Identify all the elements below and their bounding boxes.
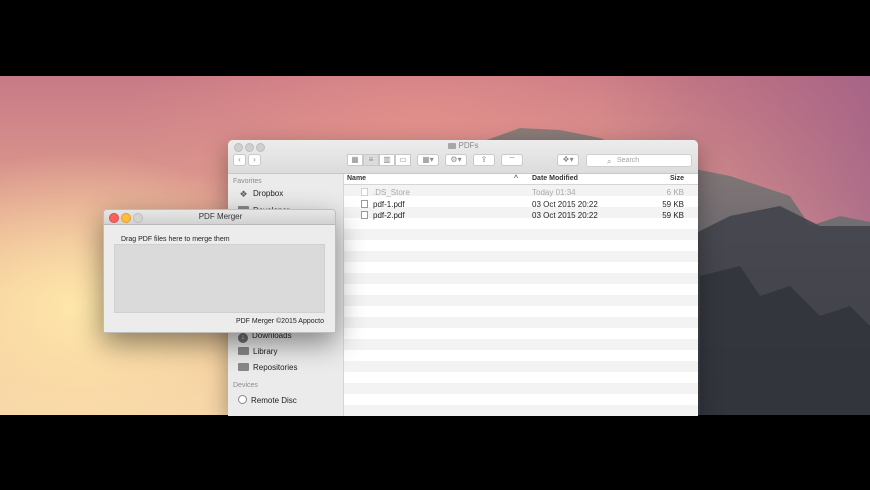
file-list: Name ^ Date Modified Size .DS_Store Toda… [344, 174, 698, 416]
pdf-file-icon [361, 211, 368, 219]
drop-instruction: Drag PDF files here to merge them [121, 236, 230, 243]
pdf-merger-titlebar: PDF Merger [104, 210, 335, 225]
folder-icon [238, 347, 249, 355]
file-row-pdf-1[interactable]: pdf-1.pdf 03 Oct 2015 20:22 59 KB [344, 199, 698, 210]
disc-icon [238, 395, 247, 404]
action-gear-button[interactable]: ⚙▾ [445, 154, 467, 166]
sort-ascending-icon: ^ [514, 175, 519, 182]
pdf-merger-title: PDF Merger [198, 212, 243, 221]
share-button[interactable]: ⇪ [473, 154, 495, 166]
sidebar-item-dropbox[interactable]: ❖ Dropbox [238, 189, 283, 199]
column-view-button[interactable]: ▥ [379, 154, 395, 166]
search-icon: ⌕ [607, 157, 612, 166]
tags-button[interactable]: ⌔ [501, 154, 523, 166]
merger-minimize-button[interactable] [121, 213, 131, 223]
sidebar-item-repositories[interactable]: Repositories [238, 363, 297, 372]
sidebar-header-favorites: Favorites [233, 178, 262, 185]
file-row-pdf-2[interactable]: pdf-2.pdf 03 Oct 2015 20:22 59 KB [344, 210, 698, 221]
arrange-button[interactable]: ▦▾ [417, 154, 439, 166]
dropbox-icon: ❖ [239, 189, 248, 199]
file-row-ds-store[interactable]: .DS_Store Today 01:34 6 KB [344, 187, 698, 198]
column-header-date[interactable]: Date Modified [532, 175, 578, 182]
top-letterbox [0, 0, 870, 76]
folder-icon [447, 143, 456, 149]
merger-close-button[interactable] [109, 213, 119, 223]
pdf-drop-zone[interactable] [114, 244, 325, 313]
dropbox-toolbar-button[interactable]: ❖▾ [557, 154, 579, 166]
list-header: Name ^ Date Modified Size [344, 174, 698, 185]
downloads-icon: ↓ [238, 333, 248, 343]
sidebar-item-library[interactable]: Library [238, 347, 277, 356]
merger-copyright: PDF Merger ©2015 Appocto [235, 318, 324, 325]
back-button[interactable]: ‹ [233, 154, 246, 166]
folder-icon [238, 363, 249, 371]
column-header-name[interactable]: Name [347, 175, 366, 182]
finder-toolbar: PDFs ‹ › ▦ ≡ ▥ ▭ ▦▾ ⚙▾ ⇪ ⌔ ❖▾ ⌕ Search [228, 140, 698, 174]
finder-title: PDFs [228, 141, 698, 150]
bottom-letterbox [0, 415, 870, 490]
pdf-file-icon [361, 200, 368, 208]
merger-zoom-button[interactable] [133, 213, 143, 223]
column-header-size[interactable]: Size [670, 175, 684, 182]
file-icon [361, 188, 368, 196]
sidebar-header-devices: Devices [233, 382, 258, 389]
pdf-merger-window: PDF Merger Drag PDF files here to merge … [103, 209, 336, 333]
search-field[interactable]: ⌕ Search [586, 154, 692, 167]
forward-button[interactable]: › [248, 154, 261, 166]
icon-view-button[interactable]: ▦ [347, 154, 363, 166]
sidebar-item-remote-disc[interactable]: Remote Disc [238, 395, 297, 405]
coverflow-view-button[interactable]: ▭ [395, 154, 411, 166]
list-view-button[interactable]: ≡ [363, 154, 379, 166]
